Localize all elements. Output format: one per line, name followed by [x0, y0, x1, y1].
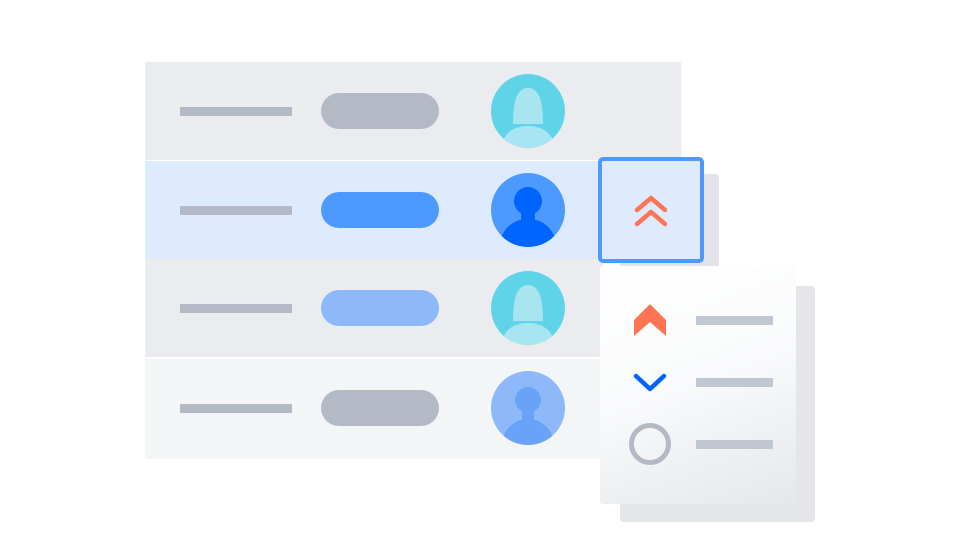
- issue-priority-illustration: [0, 0, 960, 540]
- list-row[interactable]: [145, 259, 603, 357]
- text-placeholder-line: [180, 107, 292, 116]
- status-pill: [321, 290, 439, 326]
- chevron-down-icon: [626, 359, 674, 405]
- circle-icon: [626, 421, 674, 467]
- priority-option-high[interactable]: [626, 297, 776, 343]
- option-label-placeholder: [696, 316, 773, 325]
- female-user-avatar-icon: [491, 74, 565, 148]
- avatar: [491, 271, 565, 345]
- text-placeholder-line: [180, 206, 292, 215]
- status-pill: [321, 93, 439, 129]
- priority-option-none[interactable]: [626, 421, 776, 467]
- avatar: [491, 74, 565, 148]
- status-pill: [321, 192, 439, 228]
- list-row-selected[interactable]: [145, 161, 605, 259]
- user-avatar-icon: [491, 371, 565, 445]
- list-row[interactable]: [145, 62, 681, 160]
- priority-dropdown-menu: [600, 266, 796, 504]
- priority-select-button[interactable]: [598, 157, 704, 263]
- arrow-up-icon: [626, 297, 674, 343]
- female-user-avatar-icon: [491, 271, 565, 345]
- list-row[interactable]: [145, 359, 603, 459]
- status-pill: [321, 390, 439, 426]
- avatar: [491, 371, 565, 445]
- male-user-avatar-icon: [491, 173, 565, 247]
- option-label-placeholder: [696, 378, 773, 387]
- option-label-placeholder: [696, 440, 773, 449]
- text-placeholder-line: [180, 304, 292, 313]
- priority-option-low[interactable]: [626, 359, 776, 405]
- double-chevron-up-icon: [634, 195, 668, 227]
- avatar: [491, 173, 565, 247]
- text-placeholder-line: [180, 404, 292, 413]
